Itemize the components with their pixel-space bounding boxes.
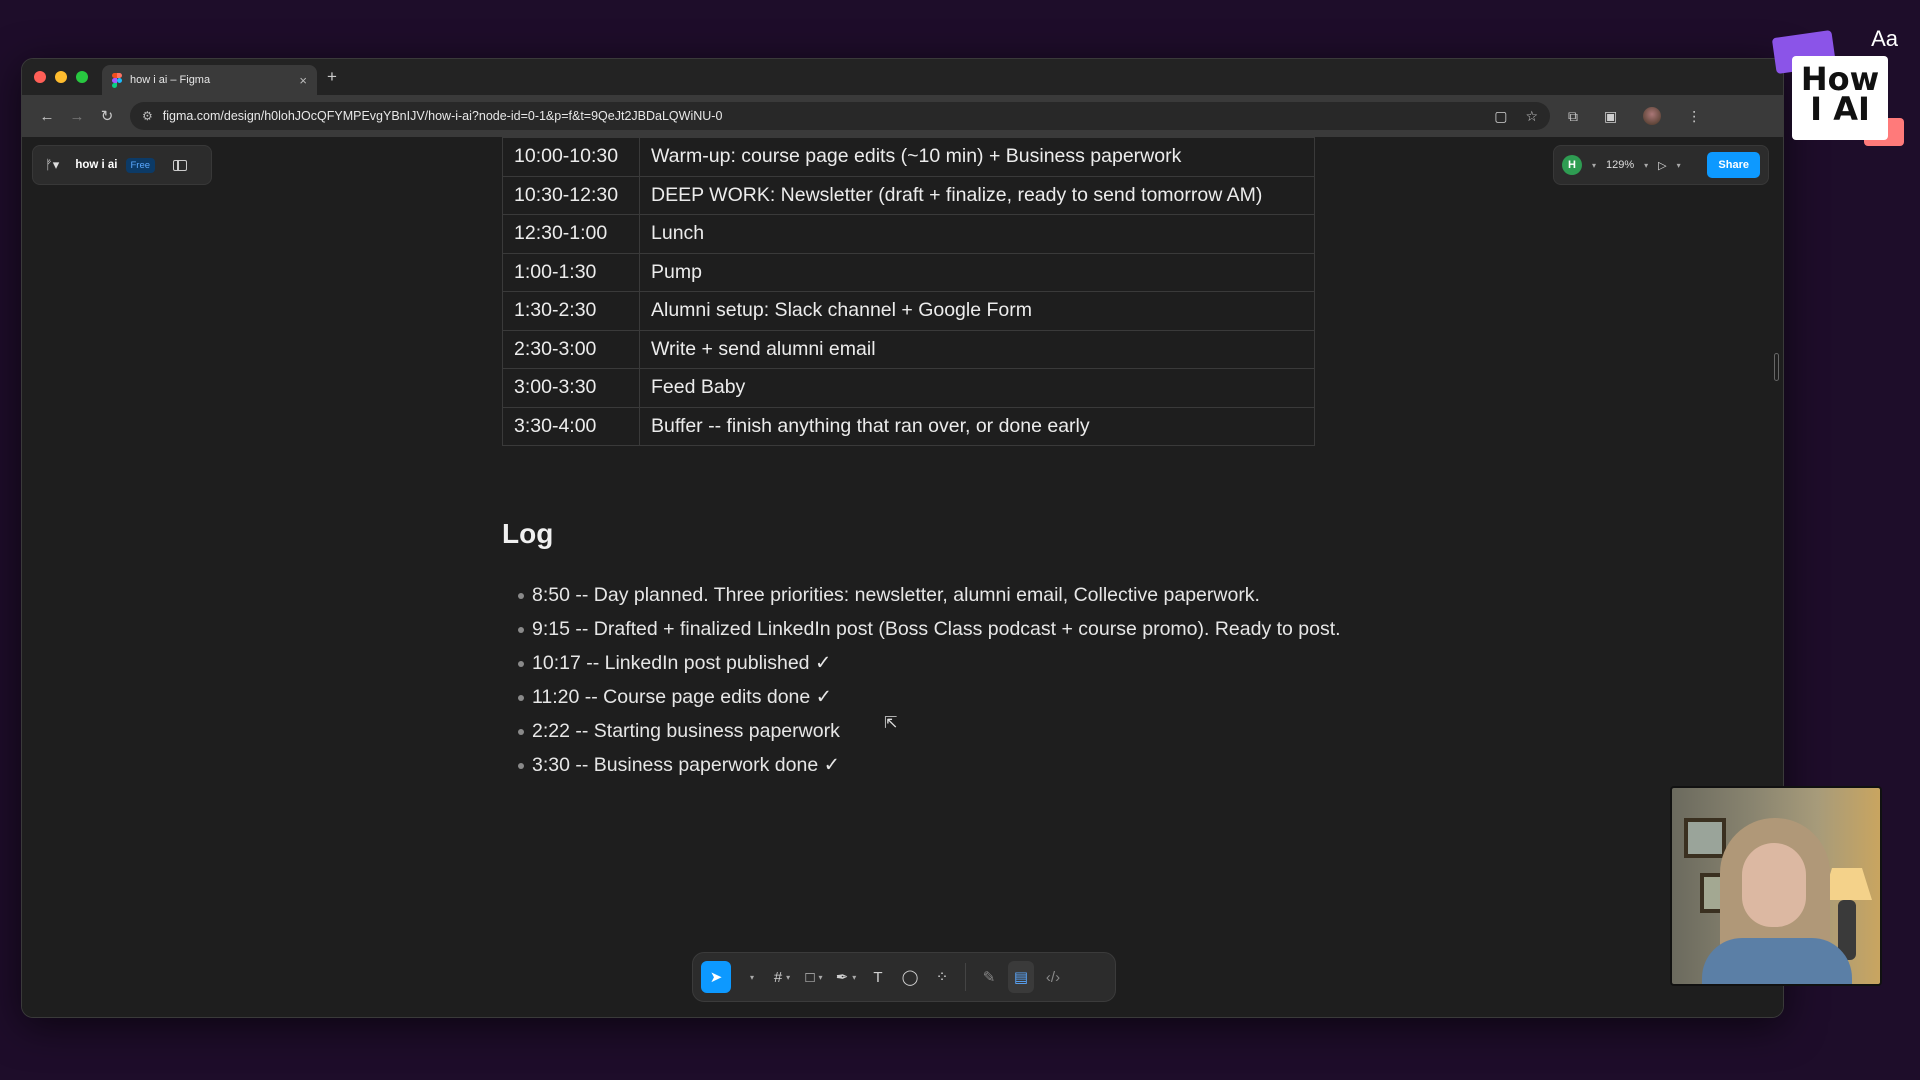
url-text: figma.com/design/h0lohJOcQFYMPEvgYBnIJV/… — [162, 109, 723, 123]
share-button[interactable]: Share — [1707, 152, 1760, 178]
profile-avatar[interactable] — [1643, 107, 1662, 125]
schedule-table: 10:00-10:30 Warm-up: course page edits (~… — [502, 137, 1315, 446]
schedule-row: 10:00-10:30 Warm-up: course page edits (~… — [502, 137, 1315, 177]
dev-mode-icon[interactable]: ‹/› — [1040, 961, 1066, 993]
toolbar-divider — [965, 963, 966, 991]
log-entry: 10:17 -- LinkedIn post published ✓ — [518, 648, 1362, 678]
plan-badge: Free — [125, 157, 156, 173]
schedule-task-cell: Write + send alumni email — [639, 329, 1315, 369]
user-menu-chevron-icon[interactable]: ▾ — [1592, 161, 1596, 170]
scrollbar[interactable] — [1774, 353, 1779, 381]
move-tool-icon[interactable]: ➤ — [701, 961, 731, 993]
schedule-time-cell: 10:00-10:30 — [502, 137, 640, 177]
log-entry: 8:50 -- Day planned. Three priorities: n… — [518, 580, 1362, 610]
toggle-panel-icon[interactable] — [173, 159, 188, 171]
schedule-time-cell: 12:30-1:00 — [502, 214, 640, 254]
install-app-icon[interactable]: ▢ — [1494, 108, 1507, 125]
logo-line2: I AI — [1810, 90, 1870, 128]
presenter-body — [1702, 938, 1852, 984]
design-mode-icon[interactable]: ▤ — [1008, 961, 1034, 993]
url-field[interactable]: ⚙ figma.com/design/h0lohJOcQFYMPEvgYBnIJ… — [130, 102, 1550, 130]
log-heading: Log — [502, 518, 554, 549]
presenter-face — [1742, 843, 1806, 927]
figma-favicon-icon — [112, 73, 122, 88]
schedule-task-cell: Feed Baby — [639, 368, 1315, 408]
schedule-task-cell: Alumni setup: Slack channel + Google For… — [639, 291, 1315, 331]
schedule-time-cell: 2:30-3:00 — [502, 329, 640, 369]
schedule-row: 1:00-1:30 Pump — [502, 252, 1315, 292]
frame-tool-icon[interactable]: # ▾ — [769, 961, 795, 993]
draw-mode-icon[interactable]: ✎ — [976, 961, 1002, 993]
tab-bar: how i ai – Figma × + — [22, 59, 1783, 95]
how-i-ai-logo: Aa How I AI — [1771, 26, 1904, 146]
schedule-time-cell: 1:30-2:30 — [502, 291, 640, 331]
browser-window: how i ai – Figma × + ← → ↻ ⚙ figma.com/d… — [21, 58, 1784, 1018]
figma-canvas[interactable]: ᚠ▾ how i ai Free H ▾ 129% ▾ ▷ ▾ Share 10… — [22, 137, 1783, 1017]
log-entry: 2:22 -- Starting business paperwork — [518, 716, 1362, 746]
schedule-task-cell: Buffer -- finish anything that ran over,… — [639, 406, 1315, 446]
schedule-row: 3:30-4:00 Buffer -- finish anything that … — [502, 406, 1315, 446]
schedule-row: 1:30-2:30 Alumni setup: Slack channel + G… — [502, 291, 1315, 331]
extensions-icon[interactable]: ⧉ — [1568, 108, 1578, 125]
schedule-task-cell: Warm-up: course page edits (~10 min) + B… — [639, 137, 1315, 177]
tab-close-icon[interactable]: × — [299, 73, 307, 88]
window-controls — [34, 71, 88, 83]
close-window-button[interactable] — [34, 71, 46, 83]
user-avatar[interactable]: H — [1562, 155, 1582, 175]
schedule-row: 2:30-3:00 Write + send alumni email — [502, 329, 1315, 369]
zoom-chevron-icon[interactable]: ▾ — [1644, 161, 1648, 170]
logo-card: How I AI — [1792, 56, 1888, 140]
present-chevron-icon[interactable]: ▾ — [1677, 161, 1681, 170]
site-settings-icon[interactable]: ⚙ — [142, 109, 153, 123]
reload-icon[interactable]: ↻ — [92, 107, 122, 125]
top-right-controls: H ▾ 129% ▾ ▷ ▾ Share — [1553, 145, 1769, 185]
bottom-toolbar: ➤ ▾ # ▾ □ ▾ ✒ ▾ T ◯ ⁘ ✎ ▤ ‹/› — [692, 952, 1116, 1002]
tab-search-icon[interactable]: ▣ — [1604, 108, 1617, 125]
actions-tool-icon[interactable]: ⁘ — [929, 961, 955, 993]
schedule-time-cell: 10:30-12:30 — [502, 175, 640, 215]
log-entry: 9:15 -- Drafted + finalized LinkedIn pos… — [518, 614, 1362, 644]
wall-frame — [1684, 818, 1726, 858]
logo-aa-text: Aa — [1871, 26, 1898, 51]
pen-tool-icon[interactable]: ✒ ▾ — [833, 961, 859, 993]
tab-title: how i ai – Figma — [130, 74, 211, 86]
schedule-task-cell: Lunch — [639, 214, 1315, 254]
log-entry: 11:20 -- Course page edits done ✓ — [518, 682, 1362, 712]
text-tool-icon[interactable]: T — [865, 961, 891, 993]
mouse-cursor-icon: ⇱ — [884, 715, 898, 732]
schedule-time-cell: 3:00-3:30 — [502, 368, 640, 408]
minimize-window-button[interactable] — [55, 71, 67, 83]
log-entry: 3:30 -- Business paperwork done ✓ — [518, 750, 1362, 780]
browser-tab[interactable]: how i ai – Figma × — [102, 65, 317, 95]
schedule-task-cell: Pump — [639, 252, 1315, 292]
schedule-row: 12:30-1:00 Lunch — [502, 214, 1315, 254]
address-bar: ← → ↻ ⚙ figma.com/design/h0lohJOcQFYMPEv… — [22, 95, 1783, 137]
document-content: 10:00-10:30 Warm-up: course page edits (~… — [502, 137, 1402, 784]
shape-tool-icon[interactable]: □ ▾ — [801, 961, 827, 993]
webcam-overlay — [1670, 786, 1882, 986]
bookmark-star-icon[interactable]: ☆ — [1525, 108, 1538, 125]
zoom-level[interactable]: 129% — [1606, 159, 1634, 171]
schedule-time-cell: 1:00-1:30 — [502, 252, 640, 292]
schedule-row: 10:30-12:30 DEEP WORK: Newsletter (draft … — [502, 175, 1315, 215]
move-tool-chevron-icon[interactable]: ▾ — [737, 961, 763, 993]
new-tab-button[interactable]: + — [327, 67, 337, 87]
file-name[interactable]: how i ai — [75, 159, 117, 171]
schedule-time-cell: 3:30-4:00 — [502, 406, 640, 446]
file-header: ᚠ▾ how i ai Free — [32, 145, 212, 185]
menu-icon[interactable]: ⋮ — [1687, 108, 1701, 125]
forward-icon[interactable]: → — [62, 108, 92, 125]
back-icon[interactable]: ← — [32, 108, 62, 125]
figma-menu-icon[interactable]: ᚠ▾ — [45, 157, 59, 173]
schedule-row: 3:00-3:30 Feed Baby — [502, 368, 1315, 408]
maximize-window-button[interactable] — [76, 71, 88, 83]
schedule-task-cell: DEEP WORK: Newsletter (draft + finalize,… — [639, 175, 1315, 215]
log-list: 8:50 -- Day planned. Three priorities: n… — [502, 580, 1362, 780]
present-play-icon[interactable]: ▷ — [1658, 159, 1666, 172]
comment-tool-icon[interactable]: ◯ — [897, 961, 923, 993]
